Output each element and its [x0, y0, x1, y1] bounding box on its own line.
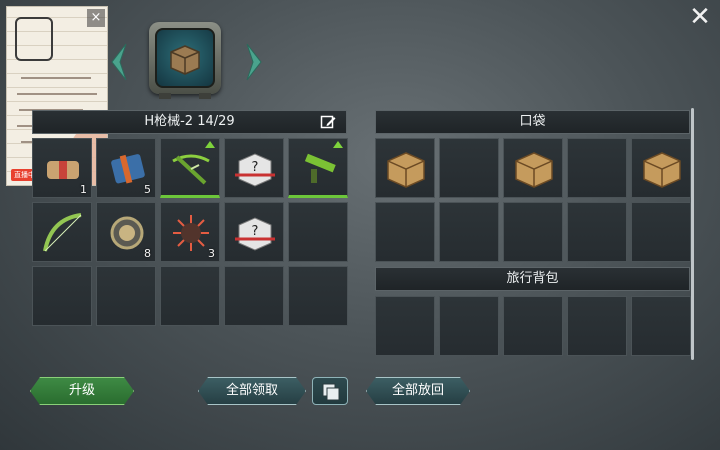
- backpack-slot[interactable]: [631, 296, 691, 356]
- grid-slot[interactable]: [96, 266, 156, 326]
- grid-slot[interactable]: [32, 202, 92, 262]
- right-panel-scrollbar[interactable]: [691, 108, 694, 360]
- item-quantity: 3: [208, 247, 215, 260]
- pocket-slot[interactable]: [439, 138, 499, 198]
- grid-slot[interactable]: [224, 266, 284, 326]
- backpack-title: 旅行背包: [506, 271, 559, 286]
- pocket-slot[interactable]: [631, 202, 691, 262]
- handwriting-line: [21, 77, 91, 79]
- grid-slot[interactable]: [160, 138, 220, 198]
- pocket-slot[interactable]: [439, 202, 499, 262]
- close-icon[interactable]: ✕: [688, 4, 712, 30]
- pocket-slot[interactable]: [503, 202, 563, 262]
- pocket-slot[interactable]: [567, 138, 627, 198]
- grid-slot[interactable]: [32, 266, 92, 326]
- backpack-slot[interactable]: [567, 296, 627, 356]
- item-quantity: 1: [80, 183, 87, 196]
- pocket-slot[interactable]: [503, 138, 563, 198]
- upgrade-button[interactable]: 升级: [30, 377, 134, 405]
- wooden-crate-icon: [515, 152, 553, 188]
- blue-supply-bundle-icon: [111, 154, 145, 184]
- grid-slot[interactable]: 8: [96, 202, 156, 262]
- grid-slot[interactable]: ?: [224, 202, 284, 262]
- stack-icon: [322, 383, 340, 401]
- grid-slot[interactable]: [288, 266, 348, 326]
- green-rifle-icon: [304, 153, 336, 183]
- pocket-slot[interactable]: [567, 202, 627, 262]
- grid-slot[interactable]: 1: [32, 138, 92, 198]
- backpack-slot[interactable]: [439, 296, 499, 356]
- item-quantity: 5: [144, 183, 151, 196]
- grid-slot[interactable]: ?: [224, 138, 284, 198]
- recurve-bow-icon: [43, 213, 82, 252]
- wooden-crate-icon: [170, 45, 200, 75]
- spiked-mine-icon: [173, 215, 209, 251]
- grid-slot[interactable]: [288, 138, 348, 198]
- svg-text:?: ?: [252, 160, 259, 175]
- item-quantity: 8: [144, 247, 151, 260]
- backpack-slot[interactable]: [375, 296, 435, 356]
- take-all-button[interactable]: 全部领取: [198, 377, 306, 405]
- pocket-slot[interactable]: [375, 202, 435, 262]
- svg-text:?: ?: [252, 224, 259, 239]
- put-all-button[interactable]: 全部放回: [366, 377, 470, 405]
- stack-sort-button[interactable]: [312, 377, 348, 405]
- wooden-crate-icon: [643, 152, 681, 188]
- pip-close-button[interactable]: ×: [87, 9, 105, 27]
- grid-slot[interactable]: [288, 202, 348, 262]
- sketch-figure: [15, 17, 53, 61]
- wooden-crate-icon: [387, 152, 425, 188]
- container-icon: [149, 22, 221, 102]
- handwriting-line: [17, 93, 97, 95]
- grid-slot[interactable]: 5: [96, 138, 156, 198]
- pocket-title: 口袋: [519, 114, 546, 129]
- mystery-box-icon: ?: [235, 217, 275, 251]
- grid-slot[interactable]: 3: [160, 202, 220, 262]
- chevron-left-icon[interactable]: [108, 42, 128, 82]
- backpack-slot[interactable]: [503, 296, 563, 356]
- chevron-right-icon[interactable]: [245, 42, 265, 82]
- pocket-slot[interactable]: [631, 138, 691, 198]
- crossbow-icon: [172, 154, 210, 185]
- pocket-slot[interactable]: [375, 138, 435, 198]
- compass-icon: [110, 216, 144, 250]
- grid-slot[interactable]: [160, 266, 220, 326]
- pocket-header: 口袋: [375, 110, 690, 134]
- edit-icon[interactable]: [320, 114, 336, 130]
- bandage-pack-icon: [47, 161, 79, 179]
- mystery-box-icon: ?: [235, 153, 275, 187]
- backpack-header: 旅行背包: [375, 267, 690, 291]
- container-title: H枪械-2 14/29: [144, 114, 235, 129]
- container-header: H枪械-2 14/29: [32, 110, 347, 134]
